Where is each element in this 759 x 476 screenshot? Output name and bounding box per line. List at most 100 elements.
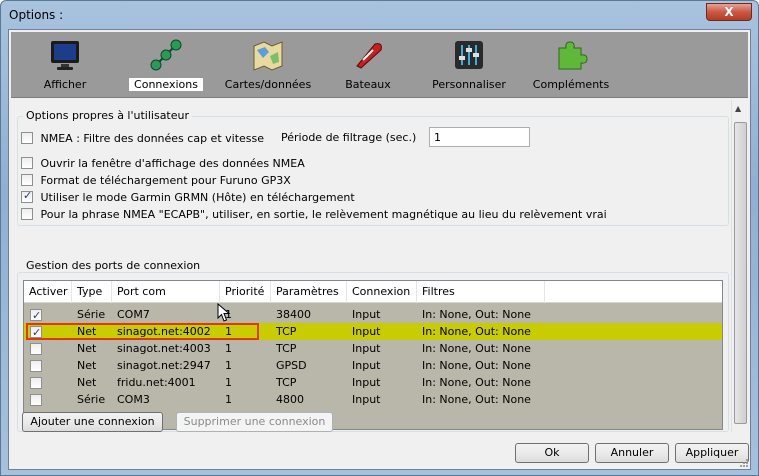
cell-params: GPSD xyxy=(276,359,307,372)
cell-connection: Input xyxy=(352,359,381,372)
tab-bateaux[interactable]: Bateaux xyxy=(342,38,394,91)
activer-checkbox[interactable] xyxy=(30,377,42,389)
cell-port: COM3 xyxy=(117,393,150,406)
resize-grip-icon[interactable] xyxy=(739,458,749,468)
garmin-mode-label: Utiliser le mode Garmin GRMN (Hôte) en t… xyxy=(40,190,355,204)
cell-connection: Input xyxy=(352,376,381,389)
nmea-filter-label: NMEA : Filtre des données cap et vitesse xyxy=(40,131,265,145)
cell-type: Série xyxy=(77,393,106,406)
cell-type: Net xyxy=(77,342,97,355)
dialog-client: Afficher Connexions Cartes/données Batea… xyxy=(8,29,751,470)
cell-filters: In: None, Out: None xyxy=(422,393,531,406)
cell-filters: In: None, Out: None xyxy=(422,342,531,355)
cell-port: COM7 xyxy=(117,308,150,321)
table-row[interactable]: Net sinagot.net:2947 1 GPSD Input In: No… xyxy=(24,357,722,374)
cell-port: fridu.net:4001 xyxy=(117,376,196,389)
cell-filters: In: None, Out: None xyxy=(422,325,531,338)
cell-params: 4800 xyxy=(276,393,304,406)
col-parametres[interactable]: Paramètres xyxy=(271,281,347,303)
tab-label: Compléments xyxy=(532,78,610,91)
scrollbar-thumb[interactable] xyxy=(734,122,747,424)
cancel-button[interactable]: Annuler xyxy=(595,443,669,463)
add-connection-button[interactable]: Ajouter une connexion xyxy=(22,412,163,432)
filter-period-input[interactable]: 1 xyxy=(429,127,530,147)
charts-icon xyxy=(253,41,283,71)
table-row[interactable]: Série COM7 1 38400 Input In: None, Out: … xyxy=(24,306,722,324)
connections-list: Activer Type Port com Priorité Paramètre… xyxy=(23,280,723,430)
cell-connection: Input xyxy=(352,325,381,338)
user-options-group-label: Options propres à l'utilisateur xyxy=(23,109,193,122)
category-toolbar: Afficher Connexions Cartes/données Batea… xyxy=(11,32,748,98)
cell-params: TCP xyxy=(276,325,297,338)
options-scrollbar[interactable]: ▲ xyxy=(731,100,748,432)
furuno-format-label: Format de téléchargement pour Furuno GP3… xyxy=(40,173,291,187)
activer-checkbox[interactable] xyxy=(30,307,42,324)
nmea-filter-checkbox[interactable] xyxy=(21,132,33,144)
options-panel: Options propres à l'utilisateur NMEA : F… xyxy=(11,100,748,432)
cell-type: Série xyxy=(77,308,106,321)
tab-label: Connexions xyxy=(129,78,203,91)
close-icon: X xyxy=(724,5,734,19)
cell-params: 38400 xyxy=(276,308,311,321)
connections-list-header: Activer Type Port com Priorité Paramètre… xyxy=(24,281,722,303)
options-window: Options : X Afficher Connexions Cartes/d… xyxy=(0,0,759,476)
garmin-mode-row: Utiliser le mode Garmin GRMN (Hôte) en t… xyxy=(21,189,355,204)
tab-label: Cartes/données xyxy=(224,78,312,91)
col-port[interactable]: Port com xyxy=(112,281,220,303)
col-connexion[interactable]: Connexion xyxy=(347,281,417,303)
cell-params: TCP xyxy=(276,342,297,355)
window-title: Options : xyxy=(9,8,64,22)
cell-priority: 1 xyxy=(225,376,232,389)
nmea-filter-row: NMEA : Filtre des données cap et vitesse xyxy=(21,131,264,145)
col-priorite[interactable]: Priorité xyxy=(220,281,271,303)
col-type[interactable]: Type xyxy=(72,281,112,303)
apply-button[interactable]: Appliquer xyxy=(675,443,749,463)
cell-type: Net xyxy=(77,359,97,372)
col-activer[interactable]: Activer xyxy=(24,281,72,303)
garmin-mode-checkbox[interactable] xyxy=(21,189,33,203)
ports-group-label: Gestion des ports de connexion xyxy=(23,259,204,272)
cell-priority: 1 xyxy=(225,342,232,355)
ecapb-row: Pour la phrase NMEA "ECAPB", utiliser, e… xyxy=(21,207,607,221)
ok-button[interactable]: Ok xyxy=(515,443,589,463)
activer-checkbox[interactable] xyxy=(30,360,42,372)
cell-params: TCP xyxy=(276,376,297,389)
monitor-icon xyxy=(51,41,79,70)
cell-port: sinagot.net:4003 xyxy=(117,342,211,355)
cell-priority: 1 xyxy=(225,359,232,372)
cell-connection: Input xyxy=(352,393,381,406)
close-button[interactable]: X xyxy=(706,3,752,21)
tab-label: Bateaux xyxy=(345,78,391,91)
tab-afficher[interactable]: Afficher xyxy=(39,38,91,91)
remove-connection-button[interactable]: Supprimer une connexion xyxy=(176,412,333,432)
col-filtres[interactable]: Filtres xyxy=(417,281,545,303)
table-row[interactable]: Net fridu.net:4001 1 TCP Input In: None,… xyxy=(24,374,722,391)
tab-label: Afficher xyxy=(43,78,87,91)
tab-personnaliser[interactable]: Personnaliser xyxy=(429,38,509,91)
open-nmea-window-checkbox[interactable] xyxy=(21,157,33,169)
activer-checkbox[interactable] xyxy=(30,394,42,406)
tab-complements[interactable]: Compléments xyxy=(531,38,611,91)
boat-icon xyxy=(356,43,382,69)
tab-cartes[interactable]: Cartes/données xyxy=(222,38,314,91)
cell-priority: 1 xyxy=(225,393,232,406)
puzzle-icon xyxy=(558,41,588,70)
network-icon xyxy=(150,39,182,71)
sliders-icon xyxy=(455,41,483,69)
tab-connexions[interactable]: Connexions xyxy=(129,38,203,91)
filter-period-label: Période de filtrage (sec.) xyxy=(281,131,417,144)
scroll-up-icon[interactable]: ▲ xyxy=(735,104,741,113)
open-nmea-window-row: Ouvrir la fenêtre d'affichage des donnée… xyxy=(21,156,305,170)
furuno-format-row: Format de téléchargement pour Furuno GP3… xyxy=(21,173,291,187)
tab-label: Personnaliser xyxy=(432,78,506,91)
table-row[interactable]: Série COM3 1 4800 Input In: None, Out: N… xyxy=(24,391,722,408)
ecapb-checkbox[interactable] xyxy=(21,208,33,220)
cell-type: Net xyxy=(77,376,97,389)
furuno-format-checkbox[interactable] xyxy=(21,174,33,186)
table-row[interactable]: Net sinagot.net:4003 1 TCP Input In: Non… xyxy=(24,340,722,357)
cell-port: sinagot.net:2947 xyxy=(117,359,211,372)
cell-filters: In: None, Out: None xyxy=(422,308,531,321)
cell-connection: Input xyxy=(352,308,381,321)
activer-checkbox[interactable] xyxy=(30,343,42,355)
cell-connection: Input xyxy=(352,342,381,355)
